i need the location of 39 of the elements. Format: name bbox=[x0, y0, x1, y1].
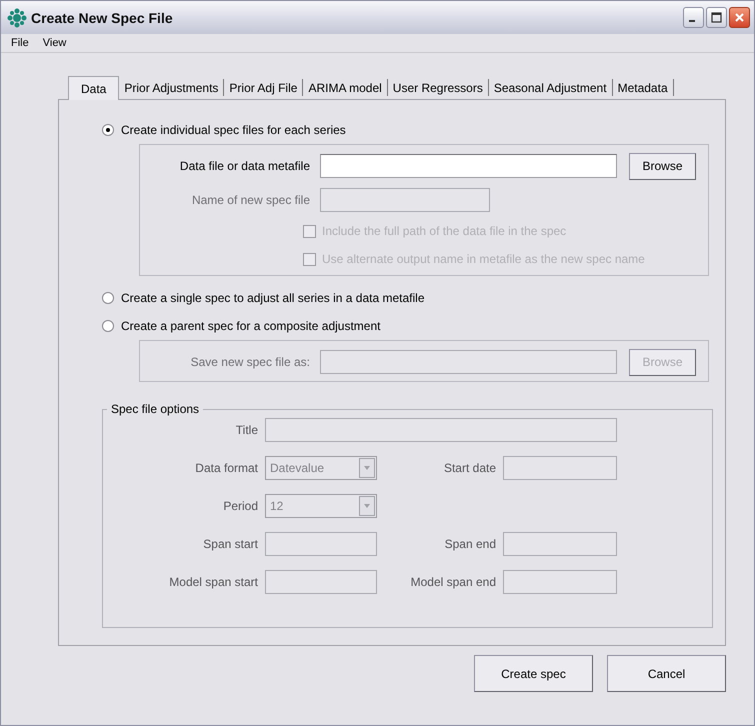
field-label: Span start bbox=[202, 537, 258, 551]
group-title: Spec file options bbox=[110, 402, 200, 416]
maximize-icon bbox=[711, 12, 722, 23]
tab[interactable]: Seasonal Adjustment bbox=[488, 79, 613, 96]
field-label: Save new spec file as: bbox=[190, 355, 310, 369]
field-label: Start date bbox=[442, 461, 496, 475]
field-label: Span end bbox=[444, 537, 496, 551]
dialog-button[interactable]: Cancel bbox=[607, 655, 726, 692]
field-label: Period bbox=[222, 499, 258, 513]
field-label: Model span start bbox=[168, 575, 258, 589]
field-label: Data file or data metafile bbox=[178, 159, 310, 173]
radio-button[interactable] bbox=[102, 320, 114, 332]
app-icon bbox=[7, 8, 27, 28]
window-title: Create New Spec File bbox=[31, 10, 174, 26]
radio-label: Create a parent spec for a composite adjustment bbox=[121, 319, 380, 333]
file-path-field[interactable] bbox=[320, 154, 617, 178]
radio-label: Create individual spec files for each series bbox=[121, 123, 346, 137]
minimize-button[interactable] bbox=[683, 7, 704, 28]
tab[interactable]: ARIMA model bbox=[303, 79, 388, 96]
tab[interactable]: Prior Adjustments bbox=[119, 79, 224, 96]
close-icon bbox=[734, 12, 745, 23]
menu-item[interactable]: File bbox=[5, 37, 35, 49]
tab[interactable]: Data bbox=[68, 76, 120, 100]
minimize-icon bbox=[689, 20, 695, 22]
close-button[interactable] bbox=[729, 7, 750, 28]
browse-button[interactable]: Browse bbox=[629, 152, 696, 180]
field-label: Model span end bbox=[410, 575, 496, 589]
field-label: Name of new spec file bbox=[190, 193, 310, 207]
radio-button[interactable] bbox=[102, 124, 114, 136]
radio-label: Create a single spec to adjust all series in a data metafile bbox=[121, 291, 424, 305]
radio-button[interactable] bbox=[102, 292, 114, 304]
field-label: Title bbox=[234, 423, 258, 437]
tab[interactable]: User Regressors bbox=[388, 79, 489, 96]
maximize-button[interactable] bbox=[706, 7, 727, 28]
tab[interactable]: Metadata bbox=[612, 79, 674, 96]
menu-item[interactable]: View bbox=[36, 37, 72, 49]
tab[interactable]: Prior Adj File bbox=[224, 79, 304, 96]
field-label: Data format bbox=[194, 461, 258, 475]
dialog-button[interactable]: Create spec bbox=[474, 655, 593, 692]
